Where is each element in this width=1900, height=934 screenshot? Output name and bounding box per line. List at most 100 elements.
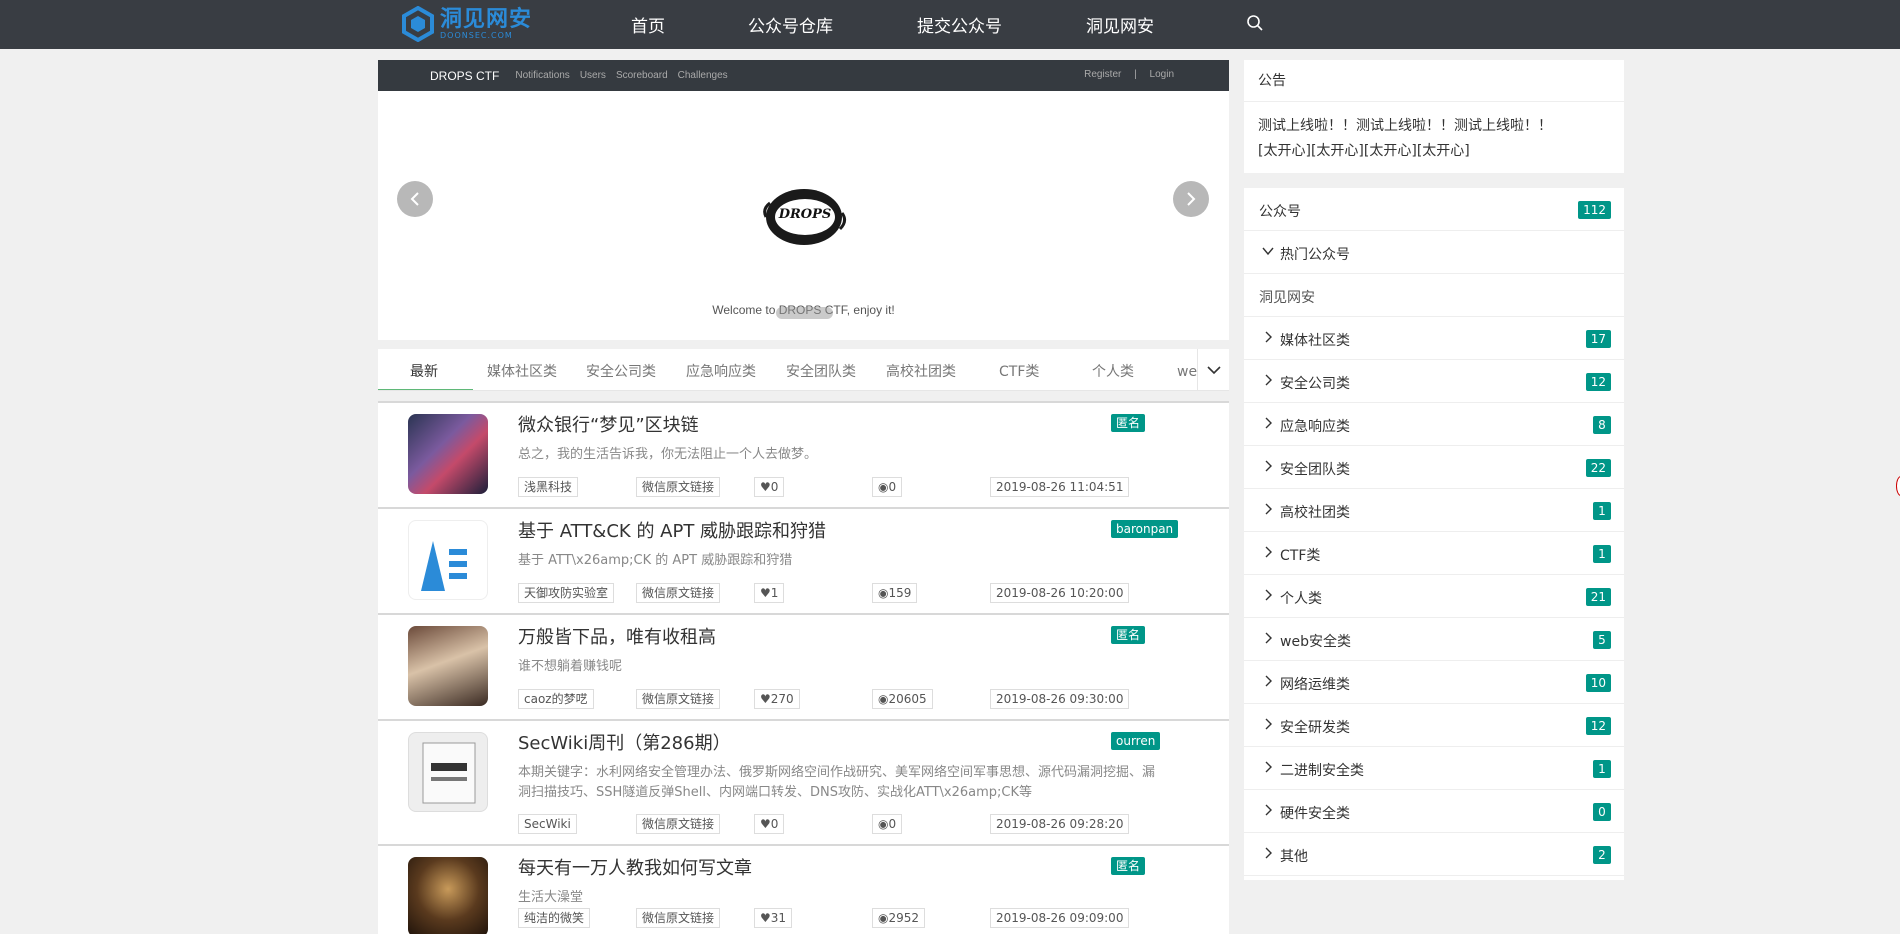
category-item[interactable]: 安全研发类 12: [1244, 704, 1624, 747]
category-count: 8: [1593, 416, 1611, 434]
tab-latest[interactable]: 最新: [410, 361, 438, 381]
article-summary: 谁不想躺着赚钱呢: [518, 659, 623, 674]
tab-personal[interactable]: 个人类: [1092, 361, 1134, 381]
ctf-brand: DROPS CTF: [430, 68, 500, 83]
source-tag[interactable]: 纯洁的微笑: [518, 908, 591, 928]
article-title[interactable]: 基于 ATT&CK 的 APT 威胁跟踪和狩猎: [518, 517, 826, 543]
chevron-down-icon: [1262, 247, 1274, 256]
tab-university[interactable]: 高校社团类: [886, 361, 956, 381]
tab-ctf[interactable]: CTF类: [999, 361, 1039, 381]
chevron-down-icon: [1206, 366, 1221, 375]
article-thumbnail[interactable]: [408, 520, 488, 600]
publish-time: 2019-08-26 09:28:20: [990, 814, 1130, 834]
publish-time: 2019-08-26 10:20:00: [990, 583, 1130, 603]
tab-media[interactable]: 媒体社区类: [487, 361, 557, 381]
category-item[interactable]: 个人类 21: [1244, 575, 1624, 618]
category-panel: 公众号 112 热门公众号 洞见网安 媒体社区类 17 安全公司类 12 应急响应类 8 安…: [1244, 188, 1624, 880]
category-item[interactable]: 应急响应类 8: [1244, 403, 1624, 446]
carousel-prev-button[interactable]: [397, 181, 433, 217]
article-title[interactable]: 万般皆下品，唯有收租高: [518, 623, 716, 649]
nav-account-repo[interactable]: 公众号仓库: [748, 12, 833, 37]
tabs-more-button[interactable]: [1197, 349, 1229, 390]
original-link[interactable]: 微信原文链接: [636, 908, 721, 928]
nav-submit-account[interactable]: 提交公众号: [917, 12, 1002, 37]
eye-icon: ◉: [878, 911, 889, 925]
category-item[interactable]: CTF类 1: [1244, 532, 1624, 575]
category-count: 22: [1585, 459, 1611, 477]
article-item[interactable]: 每天有一万人教我如何写文章 匿名 生活大澡堂 纯洁的微笑 微信原文链接 ♥31 …: [378, 844, 1229, 934]
source-tag[interactable]: SecWiki: [518, 814, 577, 834]
likes-count[interactable]: ♥0: [754, 814, 785, 834]
category-count: 5: [1593, 631, 1611, 649]
article-title[interactable]: 微众银行“梦见”区块链: [518, 411, 699, 437]
article-title[interactable]: SecWiki周刊（第286期）: [518, 729, 731, 755]
ctf-link-scoreboard: Scoreboard: [615, 70, 668, 81]
category-item[interactable]: 网络运维类 10: [1244, 661, 1624, 704]
carousel-next-button[interactable]: [1173, 181, 1209, 217]
chevron-right-icon: [1265, 632, 1272, 644]
likes-count[interactable]: ♥270: [754, 689, 800, 709]
category-header-count: 112: [1578, 201, 1611, 219]
article-thumbnail[interactable]: [408, 732, 488, 812]
site-logo[interactable]: 洞见网安 DOONSEC.COM: [400, 5, 532, 43]
category-item[interactable]: 媒体社区类 17: [1244, 317, 1624, 360]
logo-subtext: DOONSEC.COM: [440, 30, 513, 40]
original-link[interactable]: 微信原文链接: [636, 477, 721, 497]
category-item[interactable]: web安全类 5: [1244, 618, 1624, 661]
emoji-image: [太开心]: [1258, 143, 1311, 159]
article-thumbnail[interactable]: [408, 414, 488, 494]
original-link[interactable]: 微信原文链接: [636, 689, 721, 709]
category-item[interactable]: 其他 2: [1244, 833, 1624, 876]
ctf-navbar: DROPS CTF Notifications Users Scoreboard…: [378, 60, 1229, 91]
publish-time: 2019-08-26 09:09:00: [990, 908, 1130, 928]
article-item[interactable]: 万般皆下品，唯有收租高 匿名 谁不想躺着赚钱呢 caoz的梦呓 微信原文链接 ♥…: [378, 613, 1229, 719]
hot-accounts-toggle[interactable]: 热门公众号: [1244, 231, 1624, 274]
original-link[interactable]: 微信原文链接: [636, 583, 721, 603]
nav-home[interactable]: 首页: [631, 12, 665, 37]
article-item[interactable]: SecWiki周刊（第286期） ourren 本期关键字：水利网络安全管理办法…: [378, 719, 1229, 844]
chevron-right-icon: [1265, 589, 1272, 601]
tab-emergency[interactable]: 应急响应类: [686, 361, 756, 381]
article-item[interactable]: 基于 ATT&CK 的 APT 威胁跟踪和狩猎 baronpan 基于 ATT\…: [378, 507, 1229, 613]
category-item[interactable]: 安全公司类 12: [1244, 360, 1624, 403]
ctf-link-challenges: Challenges: [677, 70, 728, 81]
category-label: 安全团队类: [1280, 462, 1350, 478]
tab-security-company[interactable]: 安全公司类: [586, 361, 656, 381]
likes-count[interactable]: ♥1: [754, 583, 785, 603]
carousel-indicators[interactable]: [776, 307, 833, 319]
article-title[interactable]: 每天有一万人教我如何写文章: [518, 854, 752, 880]
category-label: 应急响应类: [1280, 419, 1350, 435]
category-count: 0: [1593, 803, 1611, 821]
category-count: 1: [1593, 760, 1611, 778]
likes-count[interactable]: ♥0: [754, 477, 785, 497]
article-thumbnail[interactable]: [408, 857, 488, 934]
category-item[interactable]: 二进制安全类 1: [1244, 747, 1624, 790]
category-count: 21: [1585, 588, 1611, 606]
chevron-right-icon: [1265, 761, 1272, 773]
emoji-image: [太开心]: [1310, 143, 1364, 159]
search-icon[interactable]: [1246, 14, 1264, 36]
tab-security-team[interactable]: 安全团队类: [786, 361, 856, 381]
source-tag[interactable]: 天御攻防实验室: [518, 583, 615, 603]
article-summary: 基于 ATT\x26amp;CK 的 APT 威胁跟踪和狩猎: [518, 553, 793, 568]
category-item[interactable]: 高校社团类 1: [1244, 489, 1624, 532]
hot-account-item[interactable]: 洞见网安: [1244, 274, 1624, 317]
likes-count[interactable]: ♥31: [754, 908, 793, 928]
article-item[interactable]: 微众银行“梦见”区块链 匿名 总之，我的生活告诉我，你无法阻止一个人去做梦。 浅…: [378, 401, 1229, 507]
original-link[interactable]: 微信原文链接: [636, 814, 721, 834]
category-tabs: 最新 媒体社区类 安全公司类 应急响应类 安全团队类 高校社团类 CTF类 个人…: [378, 349, 1229, 391]
category-count: 17: [1585, 330, 1611, 348]
heart-icon: ♥: [760, 692, 771, 706]
category-item[interactable]: 硬件安全类 0: [1244, 790, 1624, 833]
nav-doonsec[interactable]: 洞见网安: [1086, 12, 1154, 37]
category-label: 其他: [1280, 849, 1308, 865]
category-item[interactable]: 安全团队类 22: [1244, 446, 1624, 489]
source-tag[interactable]: caoz的梦呓: [518, 689, 594, 709]
category-header: 公众号 112: [1244, 188, 1624, 231]
logo-icon: [402, 6, 434, 42]
article-thumbnail[interactable]: [408, 626, 488, 706]
side-handle[interactable]: [1896, 476, 1900, 496]
chevron-right-icon: [1265, 460, 1272, 472]
logo-text: 洞见网安: [440, 6, 533, 32]
source-tag[interactable]: 浅黑科技: [518, 477, 579, 497]
